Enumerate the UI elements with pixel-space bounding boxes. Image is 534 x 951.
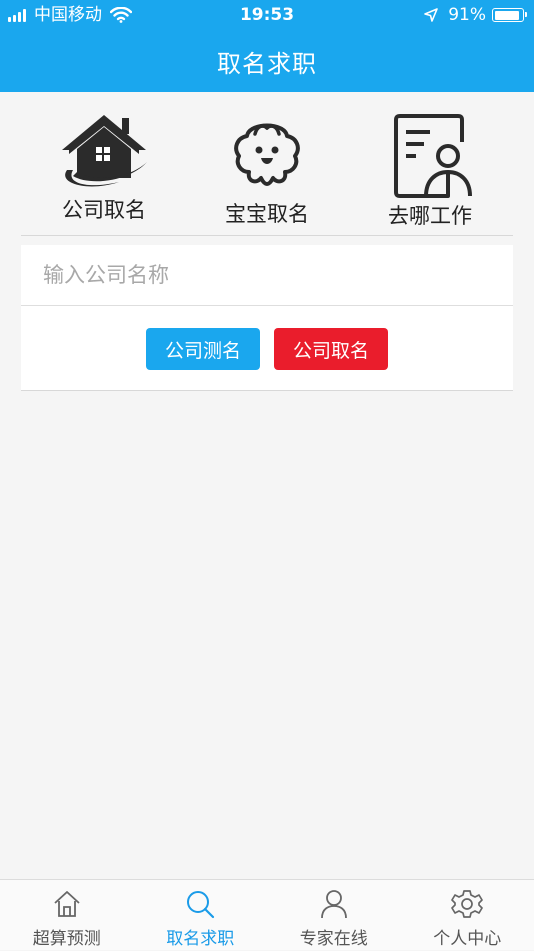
- house-icon: [59, 112, 149, 192]
- category-company-naming[interactable]: 公司取名: [52, 112, 156, 224]
- top-bar: 中国移动 19:53 91% 取名求职: [0, 0, 534, 92]
- company-test-button[interactable]: 公司测名: [146, 328, 260, 370]
- tab-label: 取名求职: [134, 924, 268, 949]
- tab-bar: 超算预测 取名求职 专家在线 个人中心: [0, 879, 534, 950]
- tab-label: 个人中心: [401, 924, 534, 949]
- status-right: 91%: [424, 0, 524, 30]
- baby-face-icon: [227, 114, 307, 194]
- status-bar: 中国移动 19:53 91%: [0, 0, 534, 30]
- company-name-input[interactable]: [21, 245, 513, 305]
- resume-icon: [384, 112, 476, 202]
- battery-fill: [495, 11, 520, 20]
- location-arrow-icon: [424, 8, 438, 22]
- tab-label: 专家在线: [267, 924, 401, 949]
- gear-icon: [451, 888, 483, 920]
- company-name-form: 公司测名 公司取名: [21, 245, 513, 391]
- battery-percent: 91%: [448, 0, 486, 30]
- category-label: 去哪工作: [378, 200, 482, 230]
- tab-experts[interactable]: 专家在线: [267, 880, 401, 951]
- tab-profile[interactable]: 个人中心: [401, 880, 534, 951]
- category-label: 宝宝取名: [215, 198, 319, 228]
- tab-naming-jobs[interactable]: 取名求职: [134, 880, 268, 951]
- tab-prediction[interactable]: 超算预测: [0, 880, 134, 951]
- tab-label: 超算预测: [0, 924, 134, 949]
- page-title: 取名求职: [0, 44, 534, 79]
- category-baby-naming[interactable]: 宝宝取名: [215, 114, 319, 228]
- category-row: 公司取名 宝宝取名 去哪工作: [0, 92, 534, 235]
- company-name-button[interactable]: 公司取名: [274, 328, 388, 370]
- category-label: 公司取名: [52, 194, 156, 224]
- battery-icon: [492, 8, 524, 22]
- home-icon: [51, 888, 83, 920]
- divider: [21, 305, 513, 306]
- person-icon: [318, 888, 350, 920]
- category-job-finding[interactable]: 去哪工作: [378, 112, 482, 230]
- search-icon: [184, 888, 216, 920]
- divider: [21, 235, 513, 236]
